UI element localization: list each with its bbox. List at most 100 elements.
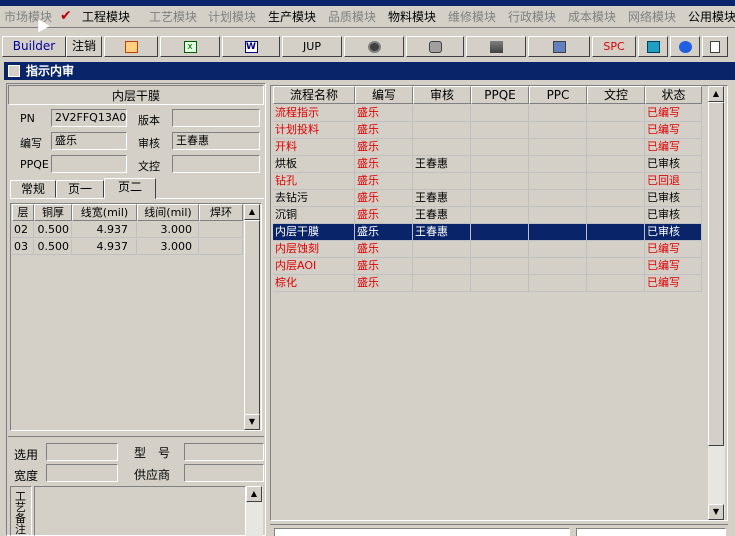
builder-button[interactable]: Builder — [2, 36, 66, 57]
menu-network[interactable]: 网络模块 — [628, 9, 676, 25]
copper-col-header[interactable]: 铜厚 — [34, 204, 72, 221]
control-cell[interactable] — [587, 241, 645, 258]
ppqe-col-header[interactable]: PPQE — [471, 86, 529, 104]
status-cell[interactable]: 已编写 — [645, 275, 702, 292]
writer-cell[interactable]: 盛乐 — [355, 156, 413, 173]
ppqe-cell[interactable] — [471, 258, 529, 275]
reviewer-cell[interactable]: 王春惠 — [413, 190, 471, 207]
document-button[interactable] — [702, 36, 728, 57]
control-cell[interactable] — [587, 190, 645, 207]
status-cell[interactable]: 已审核 — [645, 156, 702, 173]
reviewer-cell[interactable] — [413, 105, 471, 122]
logout-button[interactable]: 注销 — [66, 36, 102, 57]
ppc-cell[interactable] — [529, 207, 587, 224]
ppqe-cell[interactable] — [471, 139, 529, 156]
status-cell[interactable]: 已审核 — [645, 190, 702, 207]
pn-field[interactable]: 2V2FFQ13A0 — [51, 109, 127, 127]
ppt-button[interactable] — [104, 36, 158, 57]
reviewer-cell[interactable] — [413, 139, 471, 156]
flow-name-cell[interactable]: 沉铜 — [273, 207, 355, 224]
status-cell[interactable]: 已编写 — [645, 139, 702, 156]
writer-cell[interactable]: 盛乐 — [355, 275, 413, 292]
scroll-down-arrow-icon[interactable]: ▼ — [244, 414, 260, 430]
table-row[interactable]: 开料 盛乐 已编写 — [273, 139, 702, 156]
menu-maintenance[interactable]: 维修模块 — [448, 9, 496, 25]
flow-name-col-header[interactable]: 流程名称 — [273, 86, 355, 104]
menu-quality[interactable]: 品质模块 — [328, 9, 376, 25]
control-cell[interactable] — [587, 258, 645, 275]
scroll-down-arrow-icon[interactable]: ▼ — [708, 504, 724, 520]
control-col-header[interactable]: 文控 — [587, 86, 645, 104]
version-field[interactable] — [172, 109, 260, 127]
menu-production[interactable]: 生产模块 — [268, 9, 316, 25]
layer-grid-scrollbar[interactable]: ▲ ▼ — [244, 204, 261, 430]
writer-cell[interactable]: 盛乐 — [355, 224, 413, 241]
browser-button[interactable] — [670, 36, 700, 57]
writer-field[interactable]: 盛乐 — [51, 132, 127, 150]
reviewer-cell[interactable] — [413, 173, 471, 190]
control-cell[interactable] — [587, 173, 645, 190]
ppc-cell[interactable] — [529, 190, 587, 207]
table-cell[interactable]: 0.500 — [34, 239, 72, 255]
table-cell[interactable]: 03 — [12, 239, 34, 255]
ppc-cell[interactable] — [529, 122, 587, 139]
reviewer-cell[interactable]: 王春惠 — [413, 156, 471, 173]
ppqe-cell[interactable] — [471, 190, 529, 207]
table-row[interactable]: 内层蚀刻 盛乐 已编写 — [273, 241, 702, 258]
status-cell[interactable]: 已审核 — [645, 224, 702, 241]
table-cell[interactable] — [199, 222, 243, 238]
table-row[interactable]: 内层AOI 盛乐 已编写 — [273, 258, 702, 275]
reviewer-cell[interactable] — [413, 122, 471, 139]
writer-cell[interactable]: 盛乐 — [355, 207, 413, 224]
table-cell[interactable]: 02 — [12, 222, 34, 238]
status-cell[interactable]: 已编写 — [645, 122, 702, 139]
table-row[interactable]: 内层干膜 盛乐 王春惠 已审核 — [273, 224, 702, 241]
flow-name-cell[interactable]: 钻孔 — [273, 173, 355, 190]
flow-name-cell[interactable]: 内层AOI — [273, 258, 355, 275]
ppqe-cell[interactable] — [471, 224, 529, 241]
flow-grid-scrollbar[interactable]: ▲ ▼ — [708, 86, 725, 520]
tab-general[interactable]: 常规 — [10, 180, 56, 198]
flow-name-cell[interactable]: 内层蚀刻 — [273, 241, 355, 258]
ppc-cell[interactable] — [529, 139, 587, 156]
word-button[interactable]: W — [222, 36, 280, 57]
menu-common[interactable]: 公用模块 — [688, 9, 735, 25]
menu-plan[interactable]: 计划模块 — [208, 9, 256, 25]
bottom-input-left[interactable] — [274, 528, 570, 536]
writer-cell[interactable]: 盛乐 — [355, 173, 413, 190]
writer-cell[interactable]: 盛乐 — [355, 241, 413, 258]
ppc-cell[interactable] — [529, 156, 587, 173]
reviewer-cell[interactable]: 王春惠 — [413, 207, 471, 224]
table-row[interactable]: 棕化 盛乐 已编写 — [273, 275, 702, 292]
table-cell[interactable]: 4.937 — [72, 222, 137, 238]
ring-col-header[interactable]: 焊环 — [199, 204, 243, 221]
scroll-thumb[interactable] — [244, 220, 260, 416]
ppc-cell[interactable] — [529, 258, 587, 275]
tab-page-one[interactable]: 页一 — [56, 180, 104, 198]
spacing-col-header[interactable]: 线间(mil) — [137, 204, 199, 221]
status-cell[interactable]: 已编写 — [645, 241, 702, 258]
menu-engineering[interactable]: 工程模块 — [82, 9, 130, 25]
writer-cell[interactable]: 盛乐 — [355, 105, 413, 122]
ppc-cell[interactable] — [529, 241, 587, 258]
jup-button[interactable]: JUP — [282, 36, 342, 57]
scroll-up-arrow-icon[interactable]: ▲ — [246, 486, 262, 502]
process-note-textarea[interactable] — [34, 486, 246, 536]
ppqe-cell[interactable] — [471, 275, 529, 292]
scroll-up-arrow-icon[interactable]: ▲ — [708, 86, 724, 102]
view-button[interactable] — [344, 36, 404, 57]
ppc-cell[interactable] — [529, 105, 587, 122]
flow-name-cell[interactable]: 棕化 — [273, 275, 355, 292]
ppc-cell[interactable] — [529, 173, 587, 190]
ppc-col-header[interactable]: PPC — [529, 86, 587, 104]
computer-button[interactable] — [528, 36, 590, 57]
reviewer-col-header[interactable]: 审核 — [413, 86, 471, 104]
control-cell[interactable] — [587, 224, 645, 241]
writer-cell[interactable]: 盛乐 — [355, 139, 413, 156]
spc-button[interactable]: SPC — [592, 36, 636, 57]
reviewer-field[interactable]: 王春惠 — [172, 132, 260, 150]
excel-button[interactable]: x — [160, 36, 220, 57]
ppqe-cell[interactable] — [471, 122, 529, 139]
writer-cell[interactable]: 盛乐 — [355, 190, 413, 207]
control-cell[interactable] — [587, 105, 645, 122]
